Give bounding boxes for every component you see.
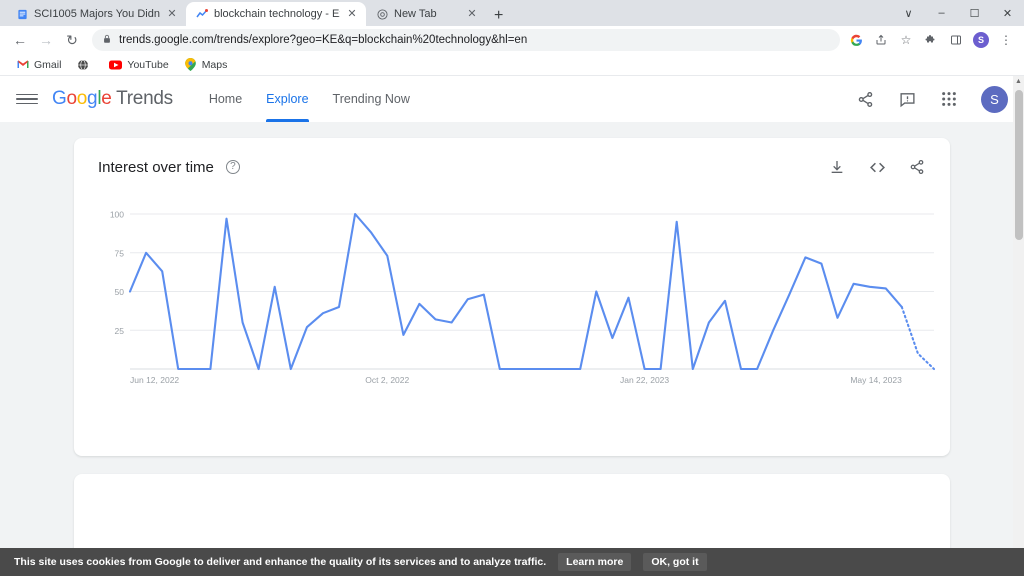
- tab-title: blockchain technology - Explore: [214, 7, 340, 21]
- nav-item-explore[interactable]: Explore: [266, 76, 308, 122]
- extensions-puzzle-icon[interactable]: [923, 32, 939, 48]
- scroll-up-arrow-icon[interactable]: ▲: [1014, 78, 1023, 85]
- y-axis-tick-label: 75: [115, 248, 125, 258]
- tab-close-icon[interactable]: ✕: [346, 8, 358, 20]
- reload-button[interactable]: ↻: [60, 28, 84, 52]
- cookie-consent-banner: This site uses cookies from Google to de…: [0, 548, 1024, 576]
- interest-over-time-chart[interactable]: 25 50 75 100 Jun 12, 2022 Oct 2, 2022 Jan 22, …: [98, 206, 926, 436]
- browser-tab-active[interactable]: blockchain technology - Explore ✕: [186, 2, 366, 26]
- toolbar-icons: ☆ S ⋮: [848, 32, 1016, 48]
- x-axis-tick-label: Jun 12, 2022: [130, 375, 179, 385]
- window-maximize-button[interactable]: ☐: [958, 0, 991, 26]
- accept-cookies-button[interactable]: OK, got it: [643, 553, 706, 571]
- menu-hamburger-icon[interactable]: [16, 88, 38, 110]
- tab-close-icon[interactable]: ✕: [166, 8, 178, 20]
- download-icon[interactable]: [828, 158, 846, 176]
- browser-menu-icon[interactable]: ⋮: [998, 32, 1014, 48]
- page-viewport: Google Trends Home Explore Trending Now …: [0, 76, 1024, 576]
- back-button[interactable]: ←: [8, 28, 32, 52]
- x-axis-tick-label: May 14, 2023: [850, 375, 902, 385]
- window-controls: ∨ – ☐ ✕: [892, 0, 1024, 26]
- x-axis-tick-label: Jan 22, 2023: [620, 375, 669, 385]
- google-icon[interactable]: [848, 32, 864, 48]
- logo-letter: g: [87, 88, 97, 109]
- chrome-icon: [376, 8, 388, 20]
- learn-more-button[interactable]: Learn more: [558, 553, 631, 571]
- logo-word: Trends: [116, 88, 173, 109]
- share-icon[interactable]: [855, 89, 875, 109]
- google-trends-logo[interactable]: Google Trends: [52, 88, 173, 110]
- x-axis-tick-label: Oct 2, 2022: [365, 375, 409, 385]
- new-tab-button[interactable]: +: [494, 8, 503, 24]
- card-header: Interest over time ?: [98, 158, 926, 176]
- embed-icon[interactable]: [868, 158, 886, 176]
- bookmark-gmail[interactable]: Gmail: [10, 56, 67, 73]
- forward-button[interactable]: →: [34, 28, 58, 52]
- tab-search-chevron-icon[interactable]: ∨: [892, 0, 925, 26]
- y-axis-tick-label: 25: [115, 326, 125, 336]
- nav-item-trending-now[interactable]: Trending Now: [333, 76, 410, 122]
- logo-letter: o: [77, 88, 87, 109]
- document-icon: [16, 8, 28, 20]
- apps-grid-icon[interactable]: [939, 89, 959, 109]
- nav-item-home[interactable]: Home: [209, 76, 242, 122]
- browser-tab[interactable]: New Tab ✕: [366, 2, 486, 26]
- browser-toolbar: ← → ↻ trends.google.com/trends/explore?g…: [0, 26, 1024, 54]
- trends-header-actions: S: [855, 86, 1008, 113]
- tab-close-icon[interactable]: ✕: [466, 8, 478, 20]
- help-icon[interactable]: ?: [226, 160, 240, 174]
- bookmark-star-icon[interactable]: ☆: [898, 32, 914, 48]
- trends-nav: Home Explore Trending Now: [209, 76, 410, 122]
- browser-tab[interactable]: SCI1005 Majors You Didn't Know ✕: [6, 2, 186, 26]
- tab-title: SCI1005 Majors You Didn't Know: [34, 7, 160, 21]
- youtube-icon: [109, 58, 122, 71]
- card-title: Interest over time: [98, 159, 214, 176]
- profile-avatar[interactable]: S: [973, 32, 989, 48]
- maps-icon: [184, 58, 197, 71]
- side-panel-icon[interactable]: [948, 32, 964, 48]
- interest-over-time-card: Interest over time ? 25 50 75 100 Jun 12, 20…: [74, 138, 950, 456]
- bookmark-youtube[interactable]: YouTube: [103, 56, 174, 73]
- address-bar-url: trends.google.com/trends/explore?geo=KE&…: [119, 34, 527, 46]
- bookmark-label: Maps: [202, 59, 228, 71]
- trends-content: Interest over time ? 25 50 75 100 Jun 12, 20…: [0, 122, 1024, 576]
- gmail-icon: [16, 58, 29, 71]
- y-axis-tick-label: 100: [110, 210, 124, 220]
- share-icon[interactable]: [908, 158, 926, 176]
- window-minimize-button[interactable]: –: [925, 0, 958, 26]
- card-actions: [828, 158, 926, 176]
- bookmark-label: YouTube: [127, 59, 168, 71]
- chart-line-partial-dotted: [902, 307, 934, 369]
- bookmarks-bar: Gmail YouTube Maps: [0, 54, 1024, 76]
- account-avatar[interactable]: S: [981, 86, 1008, 113]
- logo-letter: e: [101, 88, 111, 109]
- logo-letter: G: [52, 88, 66, 109]
- window-close-button[interactable]: ✕: [991, 0, 1024, 26]
- page-scrollbar[interactable]: ▲ ▼: [1013, 76, 1024, 576]
- tab-title: New Tab: [394, 7, 460, 21]
- page-scroll-thumb[interactable]: [1015, 90, 1023, 240]
- browser-tabstrip: SCI1005 Majors You Didn't Know ✕ blockch…: [0, 0, 1024, 26]
- bookmark-label: Gmail: [34, 59, 61, 71]
- trends-icon: [196, 8, 208, 20]
- trends-header: Google Trends Home Explore Trending Now …: [0, 76, 1024, 122]
- share-icon[interactable]: [873, 32, 889, 48]
- lock-icon: [102, 34, 112, 47]
- cookie-banner-text: This site uses cookies from Google to de…: [14, 556, 546, 568]
- logo-letter: o: [66, 88, 76, 109]
- feedback-icon[interactable]: [897, 89, 917, 109]
- bookmark-globe[interactable]: [70, 56, 100, 73]
- bookmark-maps[interactable]: Maps: [178, 56, 234, 73]
- y-axis-tick-label: 50: [115, 287, 125, 297]
- address-bar[interactable]: trends.google.com/trends/explore?geo=KE&…: [92, 29, 840, 51]
- globe-icon: [76, 58, 89, 71]
- chart-svg: 25 50 75 100 Jun 12, 2022 Oct 2, 2022 Jan 22, …: [98, 206, 938, 391]
